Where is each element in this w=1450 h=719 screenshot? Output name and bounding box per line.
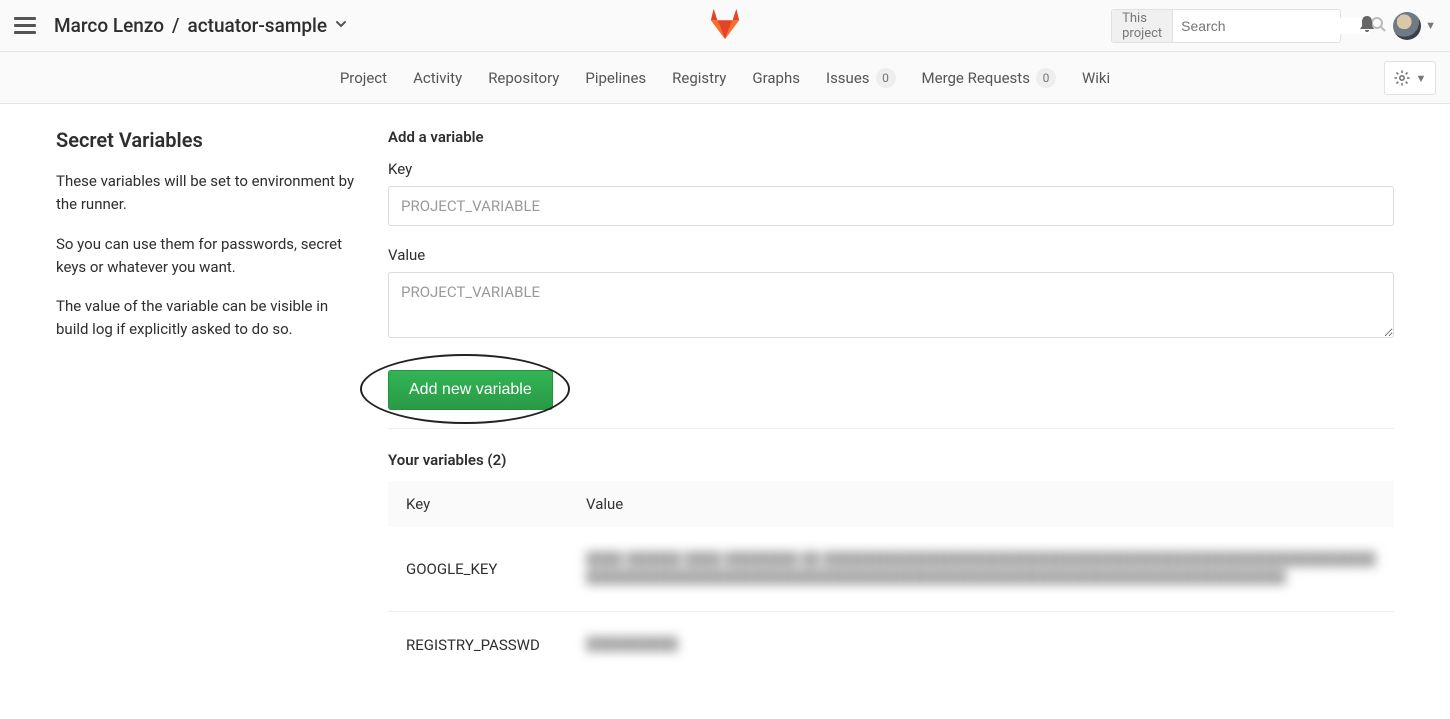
variable-value-input[interactable]	[388, 272, 1394, 338]
col-header-value: Value	[568, 481, 1394, 527]
sidebar-paragraph: So you can use them for passwords, secre…	[56, 233, 356, 280]
breadcrumb-project: actuator-sample	[187, 14, 327, 37]
merge-requests-count-badge: 0	[1036, 68, 1056, 88]
masked-value: ██████████	[586, 636, 1376, 654]
avatar	[1393, 12, 1421, 40]
nav-registry[interactable]: Registry	[672, 69, 726, 87]
variable-key-cell: GOOGLE_KEY	[388, 527, 568, 612]
page-content: Secret Variables These variables will be…	[0, 104, 1450, 719]
sidebar-paragraph: The value of the variable can be visible…	[56, 295, 356, 342]
caret-down-icon: ▼	[1416, 72, 1427, 85]
value-label: Value	[388, 246, 1394, 264]
sidebar-description: Secret Variables These variables will be…	[56, 128, 356, 679]
gear-icon	[1394, 70, 1410, 86]
gitlab-logo-icon[interactable]	[708, 7, 742, 45]
variable-key-input[interactable]	[388, 186, 1394, 226]
nav-wiki[interactable]: Wiki	[1082, 69, 1110, 87]
key-label: Key	[388, 160, 1394, 178]
variable-value-cell: ████ ██████ ████ ████████ ██ ███████████…	[568, 527, 1394, 612]
add-new-variable-button[interactable]: Add new variable	[388, 370, 553, 410]
caret-down-icon: ▼	[1425, 19, 1436, 32]
sidebar-title: Secret Variables	[56, 128, 356, 152]
notifications-bell-icon[interactable]	[1357, 14, 1377, 38]
nav-project[interactable]: Project	[340, 69, 387, 87]
user-menu[interactable]: ▼	[1393, 12, 1436, 40]
variable-value-cell: ██████████	[568, 612, 1394, 679]
settings-dropdown-button[interactable]: ▼	[1384, 61, 1436, 95]
search-box[interactable]: This project	[1111, 9, 1341, 43]
masked-value: ████ ██████ ████ ████████ ██ ███████████…	[586, 551, 1376, 587]
chevron-down-icon[interactable]	[335, 18, 347, 34]
search-scope-label: This project	[1112, 10, 1173, 42]
nav-activity[interactable]: Activity	[413, 69, 462, 87]
hamburger-menu-icon[interactable]	[14, 15, 36, 37]
nav-issues[interactable]: Issues 0	[826, 68, 896, 88]
variables-heading: Your variables (2)	[388, 451, 1394, 469]
search-input[interactable]	[1173, 18, 1370, 34]
nav-merge-requests[interactable]: Merge Requests 0	[922, 68, 1056, 88]
col-header-key: Key	[388, 481, 568, 527]
sidebar-paragraph: These variables will be set to environme…	[56, 170, 356, 217]
breadcrumb[interactable]: Marco Lenzo / actuator-sample	[54, 14, 347, 37]
table-row: GOOGLE_KEY ████ ██████ ████ ████████ ██ …	[388, 527, 1394, 612]
breadcrumb-owner: Marco Lenzo	[54, 14, 164, 37]
form-heading: Add a variable	[388, 128, 1394, 146]
table-row: REGISTRY_PASSWD ██████████	[388, 612, 1394, 679]
top-bar: Marco Lenzo / actuator-sample This proje…	[0, 0, 1450, 52]
variables-table: Key Value GOOGLE_KEY ████ ██████ ████ ██…	[388, 481, 1394, 679]
main-panel: Add a variable Key Value Add new variabl…	[388, 128, 1394, 679]
project-nav: Project Activity Repository Pipelines Re…	[0, 52, 1450, 104]
issues-count-badge: 0	[876, 68, 896, 88]
nav-repository[interactable]: Repository	[488, 69, 559, 87]
topbar-right: This project ▼	[1111, 9, 1436, 43]
nav-graphs[interactable]: Graphs	[752, 69, 800, 87]
breadcrumb-separator: /	[172, 14, 179, 37]
nav-pipelines[interactable]: Pipelines	[585, 69, 646, 87]
variable-key-cell: REGISTRY_PASSWD	[388, 612, 568, 679]
